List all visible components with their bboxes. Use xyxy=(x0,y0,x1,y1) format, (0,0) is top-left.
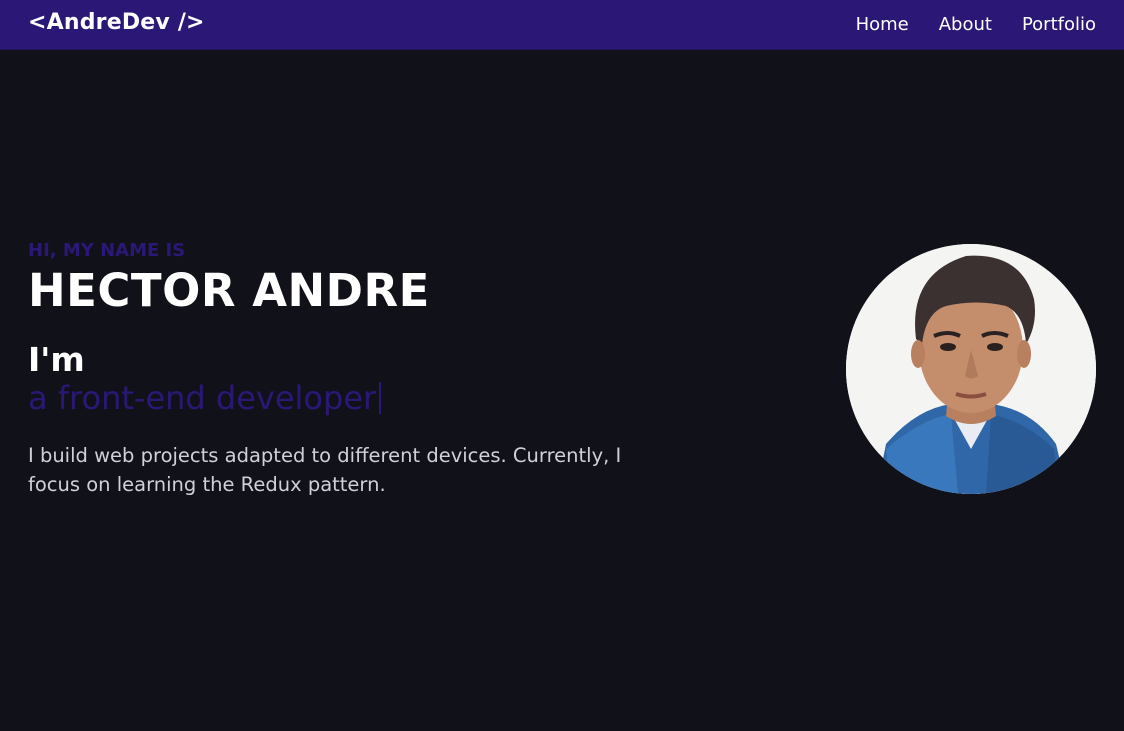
site-logo[interactable]: <AndreDev /> xyxy=(28,10,205,35)
hero-bio: I build web projects adapted to differen… xyxy=(28,444,622,496)
hero-greeting: HI, MY NAME IS xyxy=(28,240,186,261)
nav-link-about[interactable]: About xyxy=(939,14,992,35)
nav-links: Home About Portfolio xyxy=(856,14,1096,35)
avatar xyxy=(846,244,1096,494)
hero-role-line: a front-end developer xyxy=(28,379,382,417)
nav-link-portfolio[interactable]: Portfolio xyxy=(1022,14,1096,35)
hero-role: a front-end developer xyxy=(28,379,377,417)
typing-cursor xyxy=(379,382,382,414)
hero-name: HECTOR ANDRE xyxy=(28,264,430,317)
hero-intro: I'm xyxy=(28,340,85,379)
nav-link-home[interactable]: Home xyxy=(856,14,909,35)
hero-section: HI, MY NAME IS HECTOR ANDRE I'm a front-… xyxy=(0,50,1124,731)
navbar: <AndreDev /> Home About Portfolio xyxy=(0,0,1124,50)
profile-photo-icon xyxy=(846,244,1096,494)
